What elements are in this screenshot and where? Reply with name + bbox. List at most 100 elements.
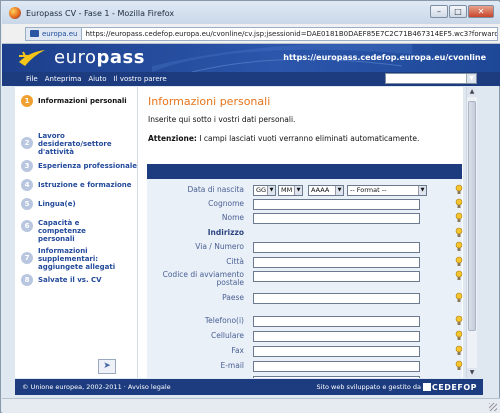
footer-developed-by: Sito web sviluppato e gestito da: [316, 383, 421, 391]
europass-banner: europass https://europass.cedefop.europa…: [2, 44, 500, 72]
partial-field[interactable]: [253, 376, 420, 378]
language-select[interactable]: Italiano - (it) ▼: [385, 73, 477, 84]
cognome-row: Cognome: [147, 198, 463, 212]
minimize-button[interactable]: –: [430, 5, 448, 18]
sidebar-item-istruzione[interactable]: 4 Istruzione e formazione: [21, 179, 137, 191]
sidebar-item-label: Salvate il vs. CV: [38, 276, 102, 284]
chevron-down-icon: ▼: [466, 74, 476, 83]
cap-field[interactable]: [253, 271, 420, 282]
chevron-down-icon: ▼: [418, 186, 426, 195]
step-number: 4: [21, 179, 33, 191]
resize-grip-icon[interactable]: [489, 403, 497, 411]
help-bulb-icon[interactable]: [455, 256, 463, 267]
site-identity-label: europa.eu: [42, 29, 78, 38]
help-bulb-icon[interactable]: [455, 241, 463, 252]
via-row: Via / Numero: [147, 241, 463, 255]
fax-label: Fax: [231, 346, 244, 355]
title-bar: Europass CV - Fase 1 - Mozilla Firefox –…: [2, 2, 500, 24]
scroll-up-icon[interactable]: ▲: [467, 87, 477, 97]
banner-site-url[interactable]: https://europass.cedefop.europa.eu/cvonl…: [283, 53, 486, 62]
chevron-down-icon: ▼: [294, 186, 302, 195]
help-bulb-icon[interactable]: [455, 270, 463, 281]
menu-anteprima[interactable]: Anteprima: [45, 75, 82, 83]
telefono-row: Telefono(i): [147, 315, 463, 329]
fax-field[interactable]: [253, 346, 420, 357]
nome-row: Nome: [147, 212, 463, 226]
footer-copyright[interactable]: © Unione europea, 2002-2011 · Avviso leg…: [22, 383, 171, 391]
sidebar-item-esperienza[interactable]: 3 Esperienza professionale: [21, 160, 137, 172]
cognome-field[interactable]: [253, 199, 420, 210]
nome-field[interactable]: [253, 213, 420, 224]
help-bulb-icon[interactable]: [455, 315, 463, 326]
address-bar: europa.eu https://europass.cedefop.europ…: [2, 24, 500, 44]
help-bulb-icon[interactable]: [455, 212, 463, 223]
form-header-bar: [147, 164, 462, 179]
sidebar: 1 Informazioni personali 2 Lavoro deside…: [15, 87, 137, 378]
sidebar-item-informazioni-personali[interactable]: 1 Informazioni personali: [21, 95, 137, 107]
step-number: 1: [21, 95, 33, 107]
indirizzo-row: Indirizzo: [147, 227, 463, 241]
site-identity-button[interactable]: europa.eu: [25, 26, 82, 41]
help-bulb-icon[interactable]: [455, 292, 463, 303]
citta-field[interactable]: [253, 257, 420, 268]
help-bulb-icon[interactable]: [455, 184, 463, 195]
month-select[interactable]: MM ▼: [278, 185, 303, 196]
cap-label: Codice di avviamento postale: [162, 270, 244, 287]
cellulare-label: Cellulare: [211, 331, 244, 340]
sidebar-item-salvate[interactable]: 8 Salvate il vs. CV: [21, 274, 137, 286]
menu-feedback[interactable]: Il vostro parere: [114, 75, 167, 83]
scroll-thumb[interactable]: [468, 101, 476, 331]
next-step-button[interactable]: ➤: [98, 359, 116, 374]
cedefop-logo[interactable]: CEDEFOP: [432, 383, 477, 392]
step-number: 7: [21, 252, 33, 264]
citta-row: Città: [147, 256, 463, 270]
format-select[interactable]: -- Format -- ▼: [347, 185, 427, 196]
sidebar-item-capacita[interactable]: 6 Capacità e competenze personali: [21, 217, 137, 243]
day-select[interactable]: GG ▼: [253, 185, 276, 196]
chevron-down-icon: ▼: [335, 186, 343, 195]
indirizzo-heading: Indirizzo: [207, 228, 244, 237]
sidebar-item-label: Informazioni personali: [38, 97, 127, 105]
step-number: 6: [21, 220, 33, 232]
step-number: 3: [21, 160, 33, 172]
help-bulb-icon[interactable]: [455, 227, 463, 238]
telefono-field[interactable]: [253, 316, 420, 327]
sidebar-item-lingue[interactable]: 5 Lingua(e): [21, 198, 137, 210]
europass-logo[interactable]: europass: [54, 47, 145, 68]
scroll-down-icon[interactable]: ▼: [467, 368, 477, 378]
help-bulb-icon[interactable]: [455, 360, 463, 371]
personal-info-form: Data di nascita GG ▼ MM ▼ AAAA ▼ -- Format …: [147, 179, 463, 378]
menu-file[interactable]: File: [26, 75, 38, 83]
via-field[interactable]: [253, 242, 420, 253]
cellulare-field[interactable]: [253, 331, 420, 342]
intro-text: Inserite qui sotto i vostri dati persona…: [148, 115, 296, 124]
sidebar-item-label: Capacità e competenze personali: [38, 219, 86, 243]
maximize-button[interactable]: □: [449, 5, 467, 18]
help-bulb-icon[interactable]: [455, 345, 463, 356]
paese-label: Paese: [222, 293, 244, 302]
email-field[interactable]: [253, 361, 420, 372]
email-label: E-mail: [220, 361, 244, 370]
nome-label: Nome: [221, 213, 244, 222]
next-field-row: [147, 376, 462, 378]
paese-field[interactable]: [253, 293, 420, 304]
email-row: E-mail: [147, 360, 463, 374]
close-button[interactable]: ✕: [468, 5, 494, 18]
year-select[interactable]: AAAA ▼: [308, 185, 344, 196]
sidebar-item-label: Lingua(e): [38, 200, 76, 208]
sidebar-item-informazioni-supplementari[interactable]: 7 Informazioni supplementari: aggiungete…: [21, 245, 137, 271]
menu-aiuto[interactable]: Aiuto: [88, 75, 106, 83]
sidebar-item-lavoro-desiderato[interactable]: 2 Lavoro desiderato/settore d'attività: [21, 130, 137, 156]
help-bulb-icon[interactable]: [455, 330, 463, 341]
main-content: Informazioni personali Inserite qui sott…: [137, 87, 463, 378]
status-bar: [2, 398, 500, 413]
firefox-icon: [9, 7, 21, 19]
cellulare-row: Cellulare: [147, 330, 463, 344]
url-field[interactable]: https://europass.cedefop.europa.eu/cvonl…: [81, 26, 498, 41]
sidebar-item-label: Istruzione e formazione: [38, 181, 132, 189]
europass-logo-icon: [19, 50, 45, 66]
help-bulb-icon[interactable]: [455, 198, 463, 209]
vertical-scrollbar[interactable]: ▲ ▼: [466, 87, 477, 378]
via-label: Via / Numero: [195, 242, 244, 251]
browser-window: Europass CV - Fase 1 - Mozilla Firefox –…: [0, 0, 500, 413]
